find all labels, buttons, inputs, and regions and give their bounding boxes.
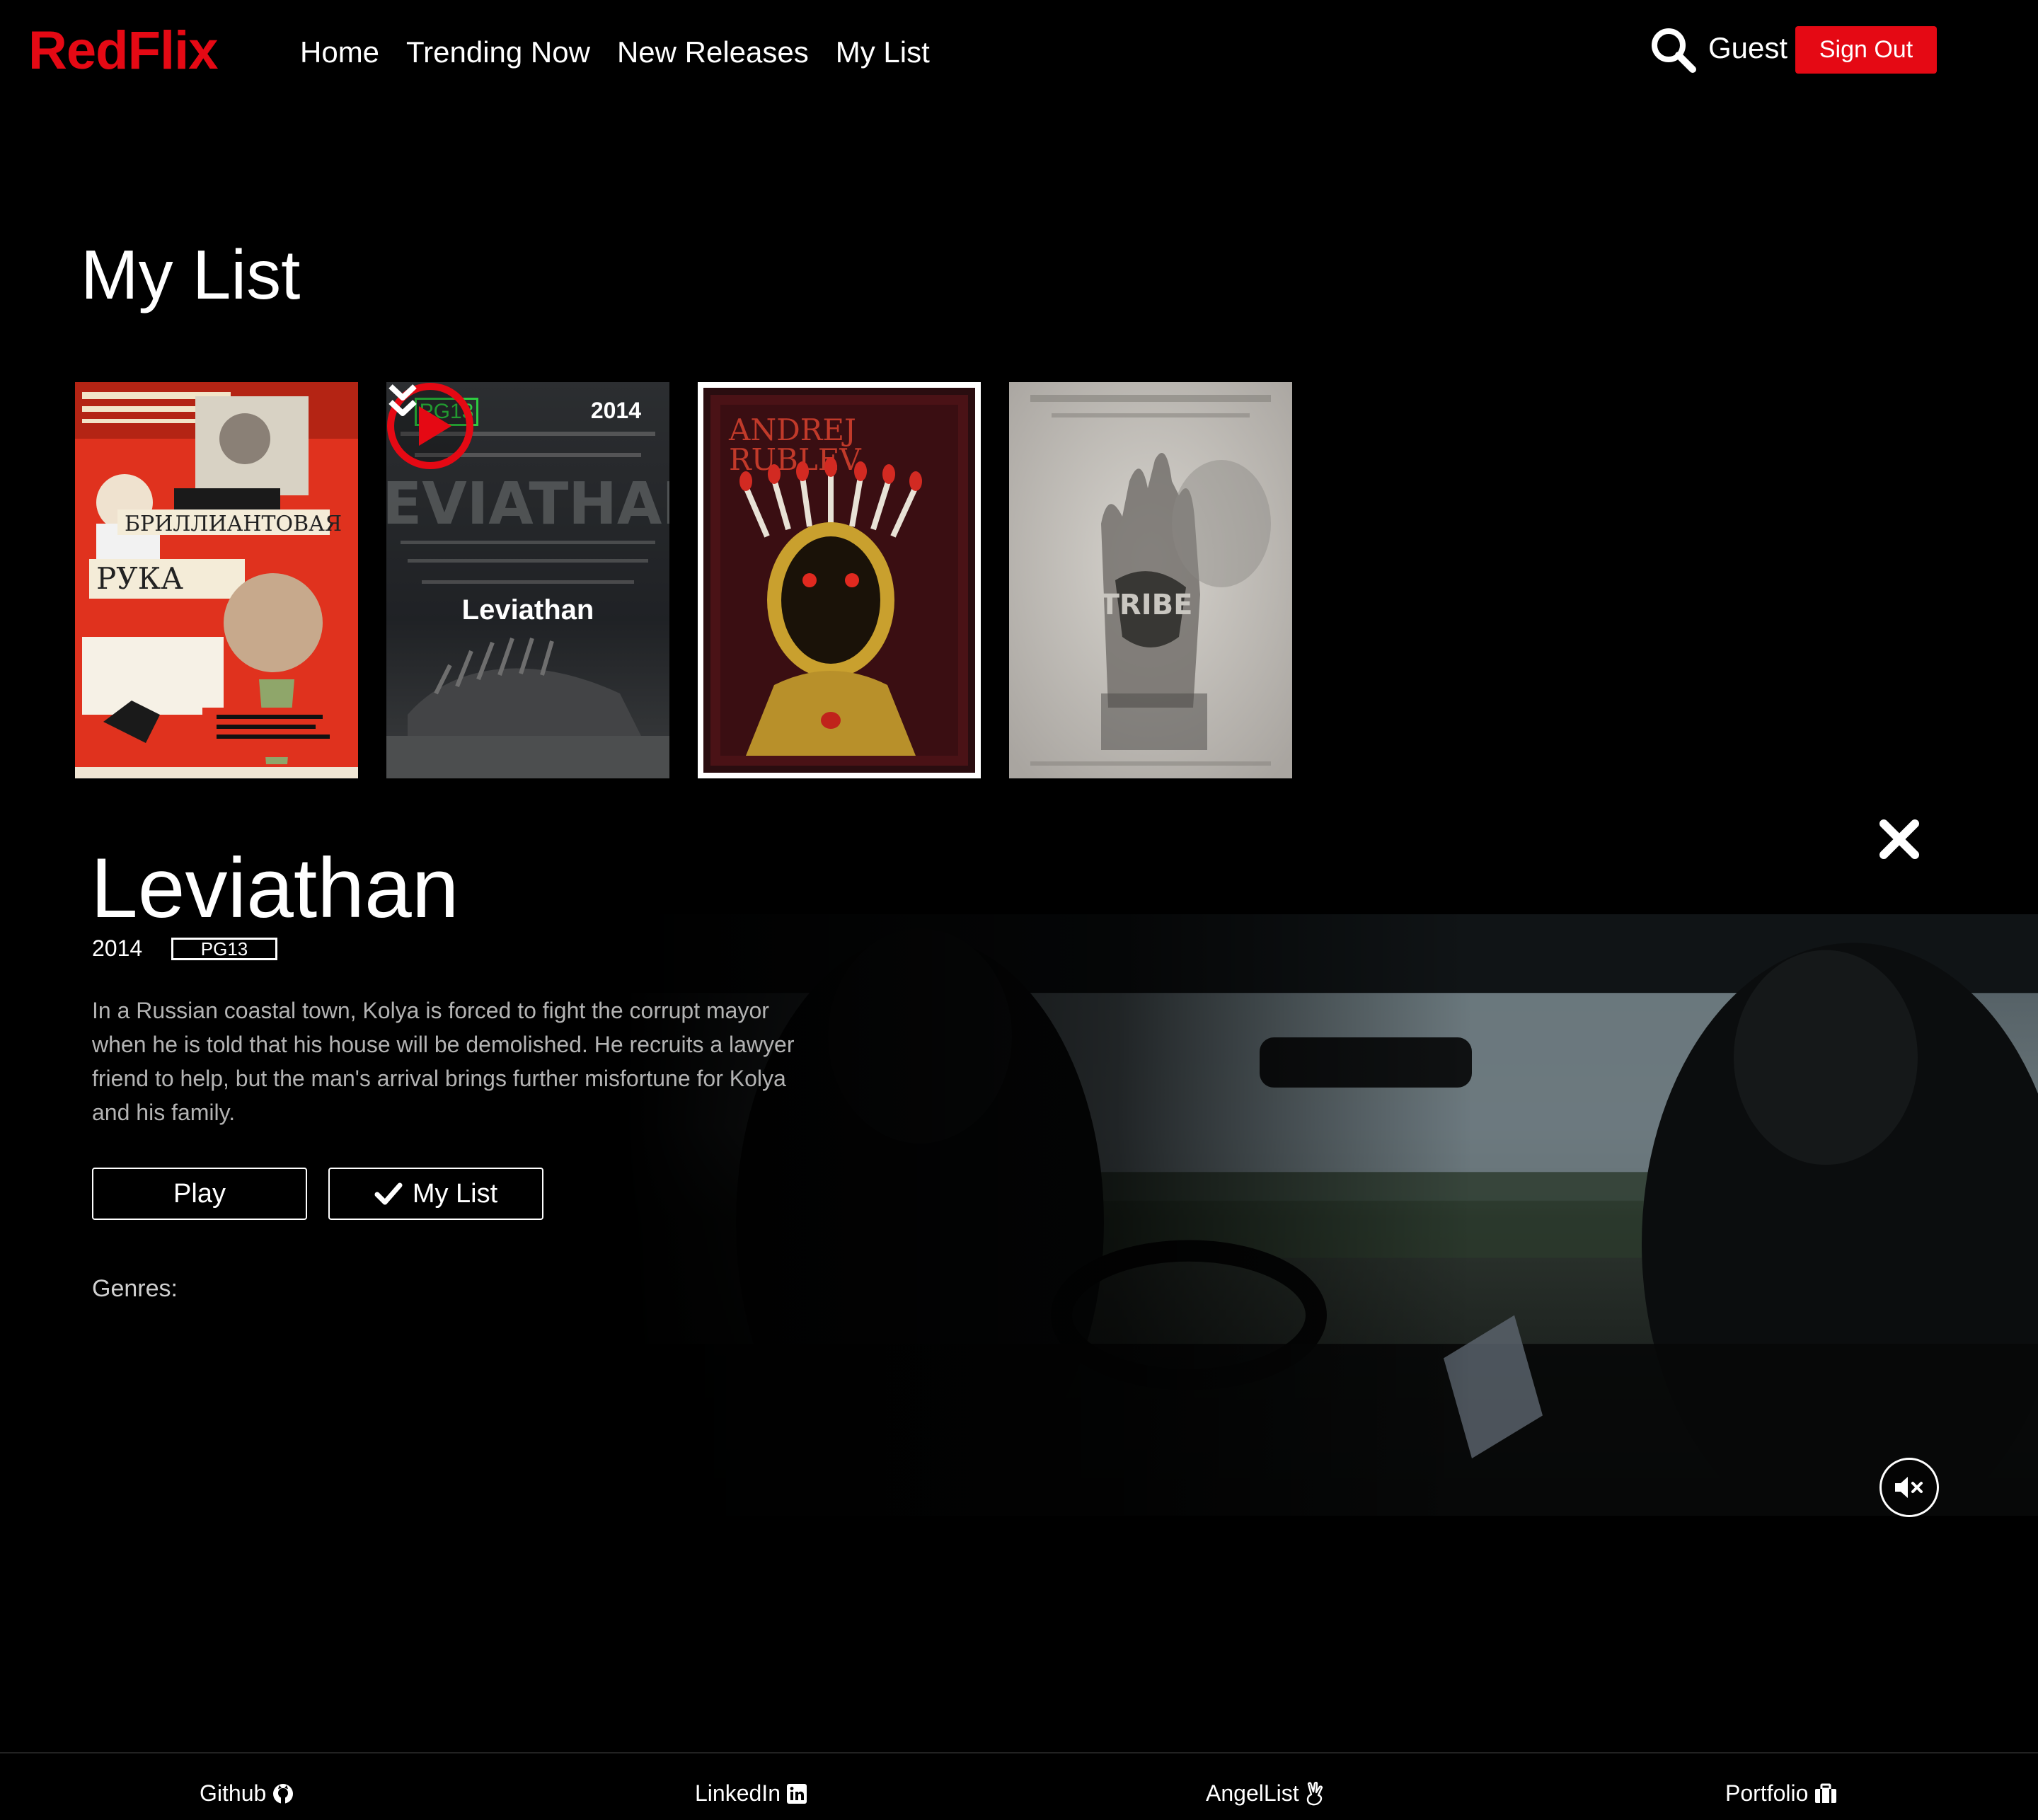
linkedin-icon bbox=[786, 1783, 807, 1804]
check-icon bbox=[374, 1182, 403, 1205]
footer-portfolio-label: Portfolio bbox=[1725, 1780, 1809, 1806]
detail-title: Leviathan bbox=[91, 841, 459, 935]
nav-my-list[interactable]: My List bbox=[836, 35, 930, 69]
play-button[interactable]: Play bbox=[92, 1168, 307, 1220]
my-list-button-label: My List bbox=[412, 1178, 498, 1209]
search-icon[interactable] bbox=[1649, 25, 1697, 74]
footer-github-label: Github bbox=[200, 1780, 267, 1806]
github-icon bbox=[273, 1783, 294, 1804]
nav-new-releases[interactable]: New Releases bbox=[617, 35, 809, 69]
redflix-logo[interactable]: RedFlix bbox=[28, 20, 218, 81]
detail-rating-badge: PG13 bbox=[171, 938, 277, 960]
svg-text:RUBLEV: RUBLEV bbox=[729, 442, 861, 477]
footer-angellist-link[interactable]: AngelList bbox=[1206, 1780, 1325, 1807]
volume-mute-icon bbox=[1895, 1477, 1923, 1498]
poster-card-1[interactable]: БРИЛЛИАНТОВАЯ РУКА bbox=[75, 382, 358, 778]
trailer-backdrop bbox=[623, 914, 2038, 1516]
user-name: Guest bbox=[1708, 31, 1788, 64]
top-nav: RedFlix Home Trending Now New Releases M… bbox=[0, 0, 2038, 110]
svg-text:TRIBE: TRIBE bbox=[1100, 589, 1193, 621]
footer-linkedin-link[interactable]: LinkedIn bbox=[695, 1780, 807, 1807]
nav-links: Home Trending Now New Releases My List bbox=[300, 35, 930, 69]
poster-card-3[interactable]: ANDREJ RUBLEV bbox=[698, 382, 981, 778]
my-list-title: My List bbox=[81, 236, 301, 313]
nav-home[interactable]: Home bbox=[300, 35, 379, 69]
detail-year: 2014 bbox=[92, 935, 143, 961]
mute-toggle-button[interactable] bbox=[1879, 1458, 1939, 1517]
poster-art-1: БРИЛЛИАНТОВАЯ РУКА bbox=[75, 382, 358, 778]
footer-angellist-label: AngelList bbox=[1206, 1780, 1299, 1806]
footer-portfolio-link[interactable]: Portfolio bbox=[1725, 1780, 1838, 1807]
chevron-double-down-icon[interactable] bbox=[386, 382, 419, 422]
my-list-toggle-button[interactable]: My List bbox=[328, 1168, 543, 1220]
nav-trending-now[interactable]: Trending Now bbox=[406, 35, 590, 69]
svg-text:БРИЛЛИАНТОВАЯ: БРИЛЛИАНТОВАЯ bbox=[125, 512, 342, 536]
footer-linkedin-label: LinkedIn bbox=[695, 1780, 781, 1806]
genres-label: Genres: bbox=[92, 1275, 178, 1302]
footer: Github LinkedIn AngelList Portfolio bbox=[0, 1752, 2038, 1820]
detail-description: In a Russian coastal town, Kolya is forc… bbox=[92, 998, 795, 1125]
briefcase-icon bbox=[1815, 1783, 1837, 1803]
poster-art-3: ANDREJ RUBLEV bbox=[703, 388, 975, 773]
poster-card-leviathan[interactable]: LEVIATHAN PG13 2014 Leviathan bbox=[386, 382, 669, 778]
angellist-icon bbox=[1306, 1781, 1323, 1805]
poster-card-4[interactable]: TRIBE bbox=[1009, 382, 1292, 778]
hover-title: Leviathan bbox=[461, 594, 594, 626]
close-icon[interactable] bbox=[1877, 817, 1922, 862]
hover-year: 2014 bbox=[590, 398, 641, 423]
play-button-label: Play bbox=[173, 1178, 226, 1209]
footer-github-link[interactable]: Github bbox=[200, 1780, 294, 1807]
poster-art-4: TRIBE bbox=[1009, 382, 1292, 778]
sign-out-button[interactable]: Sign Out bbox=[1795, 26, 1937, 74]
svg-text:РУКА: РУКА bbox=[96, 561, 183, 596]
